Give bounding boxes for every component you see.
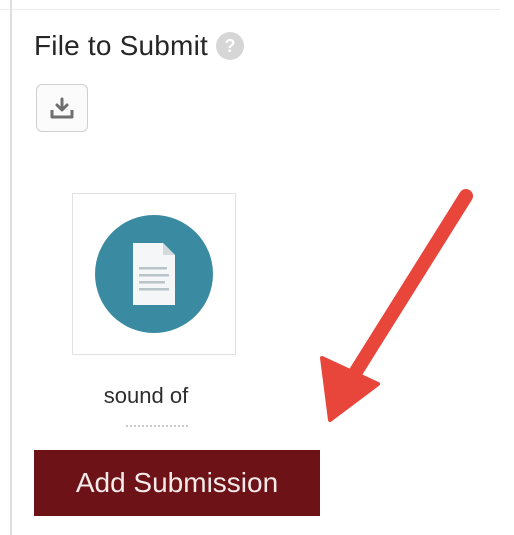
section-header: File to Submit ? <box>34 30 244 62</box>
upload-button[interactable] <box>36 84 88 132</box>
top-divider <box>0 9 500 10</box>
add-submission-button[interactable]: Add Submission <box>34 450 320 516</box>
section-title: File to Submit <box>34 30 208 61</box>
help-icon[interactable]: ? <box>215 32 244 60</box>
file-card[interactable] <box>72 193 236 355</box>
document-icon <box>133 243 175 305</box>
upload-tray-icon <box>50 97 74 119</box>
file-name: sound of <box>103 383 189 408</box>
file-name-truncated <box>126 425 188 431</box>
left-border <box>10 0 12 535</box>
file-icon-circle <box>95 215 213 333</box>
